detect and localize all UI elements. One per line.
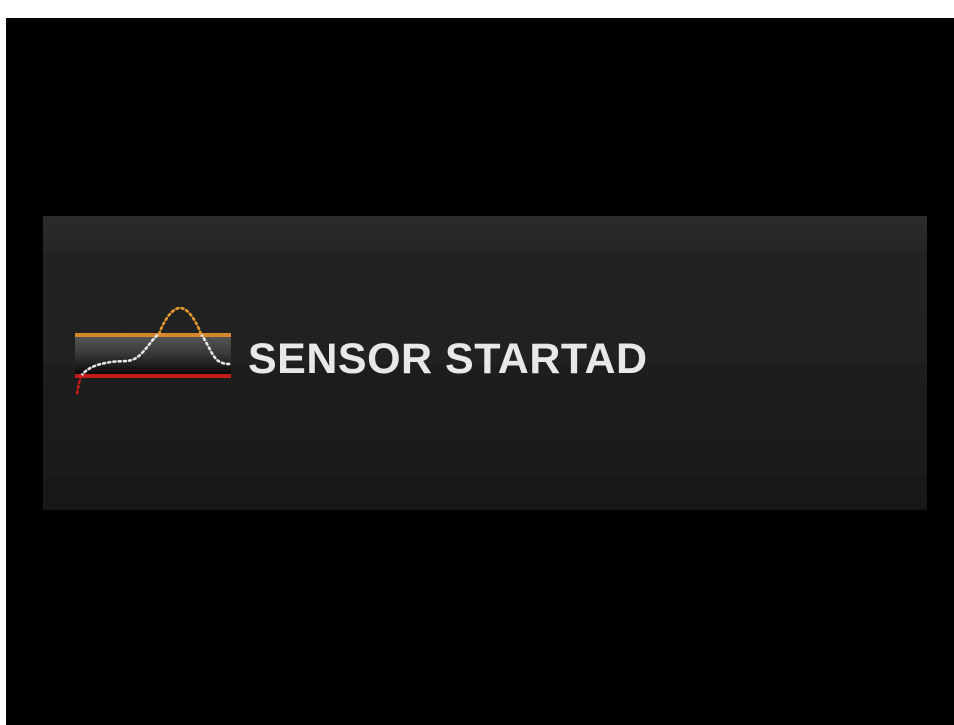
status-message: SENSOR STARTAD xyxy=(248,335,648,383)
sensor-graph-icon xyxy=(75,306,233,396)
screen: SENSOR STARTAD xyxy=(6,18,954,725)
status-banner: SENSOR STARTAD xyxy=(43,216,927,510)
